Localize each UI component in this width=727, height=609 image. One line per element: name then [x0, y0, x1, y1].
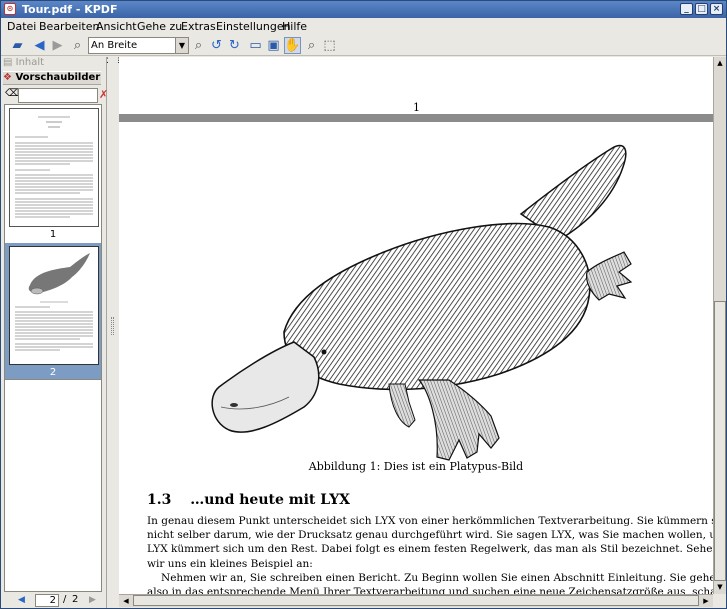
clear-filter-icon[interactable]: ✗ — [99, 88, 108, 101]
section-title: …und heute mit LYX — [190, 492, 351, 508]
figure-caption: Abbildung 1: Dies ist ein Platypus-Bild — [308, 460, 524, 473]
scroll-left-icon[interactable]: ◀ — [120, 595, 132, 607]
contents-icon: ▤ — [3, 57, 13, 68]
page-navigator: ◀ 2 / 2 ▶ — [4, 594, 102, 608]
vertical-scroll-thumb[interactable] — [714, 301, 726, 581]
zoom-out-icon[interactable]: ⌕ — [69, 37, 86, 54]
thumbnail-2-label: 2 — [49, 367, 57, 378]
scroll-down-icon[interactable]: ▼ — [714, 581, 726, 593]
pdf-page-2: Abbildung 1: Dies ist ein Platypus-Bild … — [119, 122, 713, 594]
pdf-page-1: 1 — [119, 57, 713, 114]
tab-contents-label: Inhalt — [15, 57, 45, 68]
splitter-grip — [111, 317, 114, 335]
menu-bar: Datei Bearbeiten Ansicht Gehe zu Extras … — [1, 18, 726, 36]
tab-thumbnails-label: Vorschaubilder — [15, 72, 101, 83]
paragraph-1-line-1: In genau diesem Punkt unterscheidet sich… — [147, 515, 713, 527]
thumbnails-icon: ❖ — [3, 72, 12, 83]
horizontal-scroll-thumb[interactable] — [133, 595, 699, 606]
open-folder-icon[interactable]: ▰ — [9, 37, 26, 54]
page-number-input[interactable]: 2 — [35, 594, 59, 607]
main-toolbar: ▰ ◀ ▶ ⌕ An Breite anpassen ▼ ⌕ ↺ ↻ ▭ ▣ ✋… — [1, 36, 726, 66]
thumbnail-list[interactable]: 1 2 — [4, 104, 102, 380]
document-view[interactable]: 1 Abbildung 1: Dies ist ein Platypus-Bil… — [119, 57, 713, 594]
back-icon[interactable]: ◀ — [31, 37, 48, 54]
thumbnail-page-1[interactable] — [9, 108, 99, 227]
zoom-select[interactable]: An Breite anpassen ▼ — [88, 37, 189, 66]
tab-thumbnails[interactable]: ❖ Vorschaubilder — [3, 71, 101, 85]
platypus-illustration — [211, 144, 633, 461]
paragraph-2-line-2: also in das entsprechende Menü Ihrer Tex… — [147, 586, 713, 594]
title-bar[interactable]: ⊙ Tour.pdf - KPDF _ □ × — [1, 1, 726, 18]
kpdf-window: ⊙ Tour.pdf - KPDF _ □ × Datei Bearbeiten… — [0, 0, 727, 609]
forward-icon[interactable]: ▶ — [49, 37, 66, 54]
scroll-up-icon[interactable]: ▲ — [714, 57, 726, 69]
paragraph-1-line-3: LYX kümmert sich um den Rest. Dabei folg… — [147, 543, 713, 556]
thumbnail-1-label: 1 — [49, 229, 57, 240]
chevron-down-icon[interactable]: ▼ — [175, 38, 188, 53]
page-1-number: 1 — [413, 101, 420, 114]
prev-page-icon[interactable]: ◀ — [18, 595, 25, 605]
thumbnail-page-2-preview — [15, 253, 93, 351]
select-tool-icon[interactable]: ⬚ — [321, 37, 338, 54]
page-total: 2 — [72, 594, 79, 605]
thumbnail-page-1-preview — [15, 116, 93, 218]
next-page-icon[interactable]: ▶ — [89, 595, 96, 605]
page-separator: / — [63, 594, 67, 605]
menu-ansicht[interactable]: Ansicht — [96, 20, 137, 33]
window-title: Tour.pdf - KPDF — [22, 3, 118, 16]
zoom-tool-icon[interactable]: ⌕ — [303, 37, 320, 54]
menu-datei[interactable]: Datei — [7, 20, 36, 33]
vertical-scrollbar[interactable]: ▲ ▼ — [713, 57, 726, 594]
sidebar-splitter[interactable] — [108, 57, 118, 594]
paragraph-1-line-4: wir uns ein kleines Beispiel an: — [147, 557, 313, 570]
minimize-button[interactable]: _ — [680, 3, 693, 15]
maximize-button[interactable]: □ — [695, 3, 708, 15]
rotate-right-icon[interactable]: ↻ — [226, 37, 243, 54]
paragraph-1-line-2: nicht selber darum, wie der Drucksatz ge… — [147, 529, 713, 542]
rotate-left-icon[interactable]: ↺ — [208, 37, 225, 54]
menu-gehe-zu[interactable]: Gehe zu — [137, 20, 182, 33]
kpdf-app-icon[interactable]: ⊙ — [4, 3, 16, 15]
menu-hilfe[interactable]: Hilfe — [282, 20, 307, 33]
thumbnail-page-2[interactable] — [9, 246, 99, 365]
body-text: In genau diesem Punkt unterscheidet sich… — [147, 514, 713, 594]
sidebar: ▤ Inhalt ❖ Vorschaubilder ⌫ ✗ 1 2 ◀ 2 / … — [1, 57, 108, 608]
section-heading: 1.3 …und heute mit LYX — [147, 492, 350, 508]
menu-extras[interactable]: Extras — [181, 20, 216, 33]
menu-bearbeiten[interactable]: Bearbeiten — [39, 20, 99, 33]
menu-einstellungen[interactable]: Einstellungen — [216, 20, 291, 33]
paragraph-2-line-1: Nehmen wir an, Sie schreiben einen Beric… — [161, 571, 713, 584]
scroll-right-icon[interactable]: ▶ — [700, 595, 712, 607]
fit-page-icon[interactable]: ▣ — [265, 37, 282, 54]
fit-width-icon[interactable]: ▭ — [247, 37, 264, 54]
tab-contents[interactable]: ▤ Inhalt — [3, 57, 101, 71]
horizontal-scrollbar[interactable]: ◀ ▶ — [119, 594, 713, 607]
zoom-in-icon[interactable]: ⌕ — [190, 37, 207, 54]
thumbnail-list-empty — [4, 380, 102, 592]
section-number: 1.3 — [147, 492, 172, 508]
browse-tool-icon[interactable]: ✋ — [284, 37, 301, 54]
thumbnail-selected-highlight[interactable]: 2 — [5, 243, 101, 379]
close-button[interactable]: × — [710, 3, 723, 15]
thumbnail-filter-input[interactable] — [18, 88, 98, 103]
